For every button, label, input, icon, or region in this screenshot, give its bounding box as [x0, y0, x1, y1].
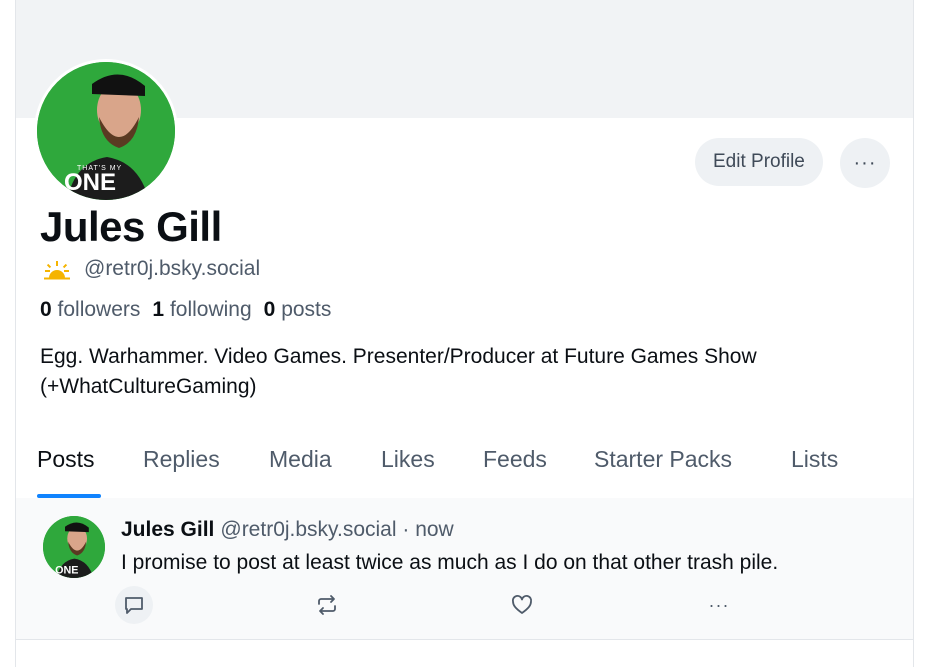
more-icon: ··· [708, 594, 730, 615]
tab-starter-packs[interactable]: Starter Packs [594, 446, 732, 473]
like-button[interactable] [503, 586, 541, 624]
profile-handle: @retr0j.bsky.social [84, 257, 261, 280]
profile-avatar[interactable]: THAT'S MY ONE [34, 59, 178, 203]
tab-feeds[interactable]: Feeds [483, 446, 547, 473]
tab-replies[interactable]: Replies [143, 446, 220, 473]
like-icon [512, 595, 532, 614]
tab-likes[interactable]: Likes [381, 446, 435, 473]
bio-line: (+WhatCultureGaming) [40, 375, 257, 398]
post-timestamp[interactable]: · now [402, 518, 453, 541]
avatar-image: ONE [43, 516, 105, 578]
avatar-image: THAT'S MY ONE [37, 62, 175, 200]
repost-icon [318, 595, 336, 615]
post-text: I promise to post at least twice as much… [121, 551, 779, 574]
more-icon: ··· [853, 151, 877, 174]
following-stat[interactable]: 1 following [152, 298, 251, 322]
posts-stat: 0 posts [263, 298, 332, 321]
sun-icon [44, 261, 70, 280]
svg-text:ONE: ONE [55, 565, 78, 577]
reply-icon [125, 597, 143, 614]
feed-post[interactable]: ONE Jules Gill @retr0j.bsky.social · now … [16, 498, 913, 640]
profile-stats: 0 followers 1 following 0 posts [40, 298, 331, 322]
post-author-avatar[interactable]: ONE [43, 516, 105, 578]
edit-profile-button[interactable]: Edit Profile [695, 138, 823, 186]
profile-bio: Egg. Warhammer. Video Games. Presenter/P… [40, 342, 860, 402]
reply-button[interactable] [115, 586, 153, 624]
handle-row: @retr0j.bsky.social [40, 257, 260, 281]
post-author-name[interactable]: Jules Gill [121, 518, 214, 541]
bio-line: Egg. Warhammer. Video Games. Presenter/P… [40, 345, 757, 368]
profile-tabs: Posts Replies Media Likes Feeds Starter … [16, 432, 913, 499]
post-author-handle[interactable]: @retr0j.bsky.social [220, 518, 396, 541]
tab-lists[interactable]: Lists [791, 446, 838, 473]
profile-more-button[interactable]: ··· [840, 138, 890, 188]
post-more-button[interactable]: ··· [700, 586, 738, 624]
post-header: Jules Gill @retr0j.bsky.social · now [121, 518, 454, 542]
tab-media[interactable]: Media [269, 446, 332, 473]
followers-stat[interactable]: 0 followers [40, 298, 140, 322]
display-name: Jules Gill [40, 203, 222, 250]
profile-page: THAT'S MY ONE Edit Profile ··· Jules Gil… [15, 0, 914, 667]
svg-text:ONE: ONE [64, 169, 116, 196]
repost-button[interactable] [308, 586, 346, 624]
tab-posts[interactable]: Posts [37, 446, 95, 473]
